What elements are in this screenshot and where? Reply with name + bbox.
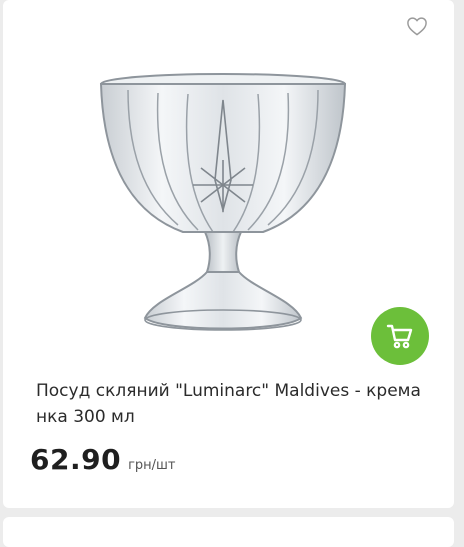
price-unit: грн/шт xyxy=(128,458,176,473)
price-value: 62.90 xyxy=(30,443,122,476)
cart-icon xyxy=(386,324,413,349)
favorite-button[interactable] xyxy=(404,13,430,39)
product-image[interactable] xyxy=(83,60,383,360)
add-to-cart-button[interactable] xyxy=(371,307,429,365)
product-card[interactable]: Посуд скляний "Luminarc" Maldives - крем… xyxy=(3,0,454,508)
next-product-card[interactable] xyxy=(3,517,454,547)
product-title[interactable]: Посуд скляний "Luminarc" Maldives - крем… xyxy=(36,378,431,430)
heart-outline-icon xyxy=(407,17,427,36)
price: 62.90 грн/шт xyxy=(30,443,176,476)
